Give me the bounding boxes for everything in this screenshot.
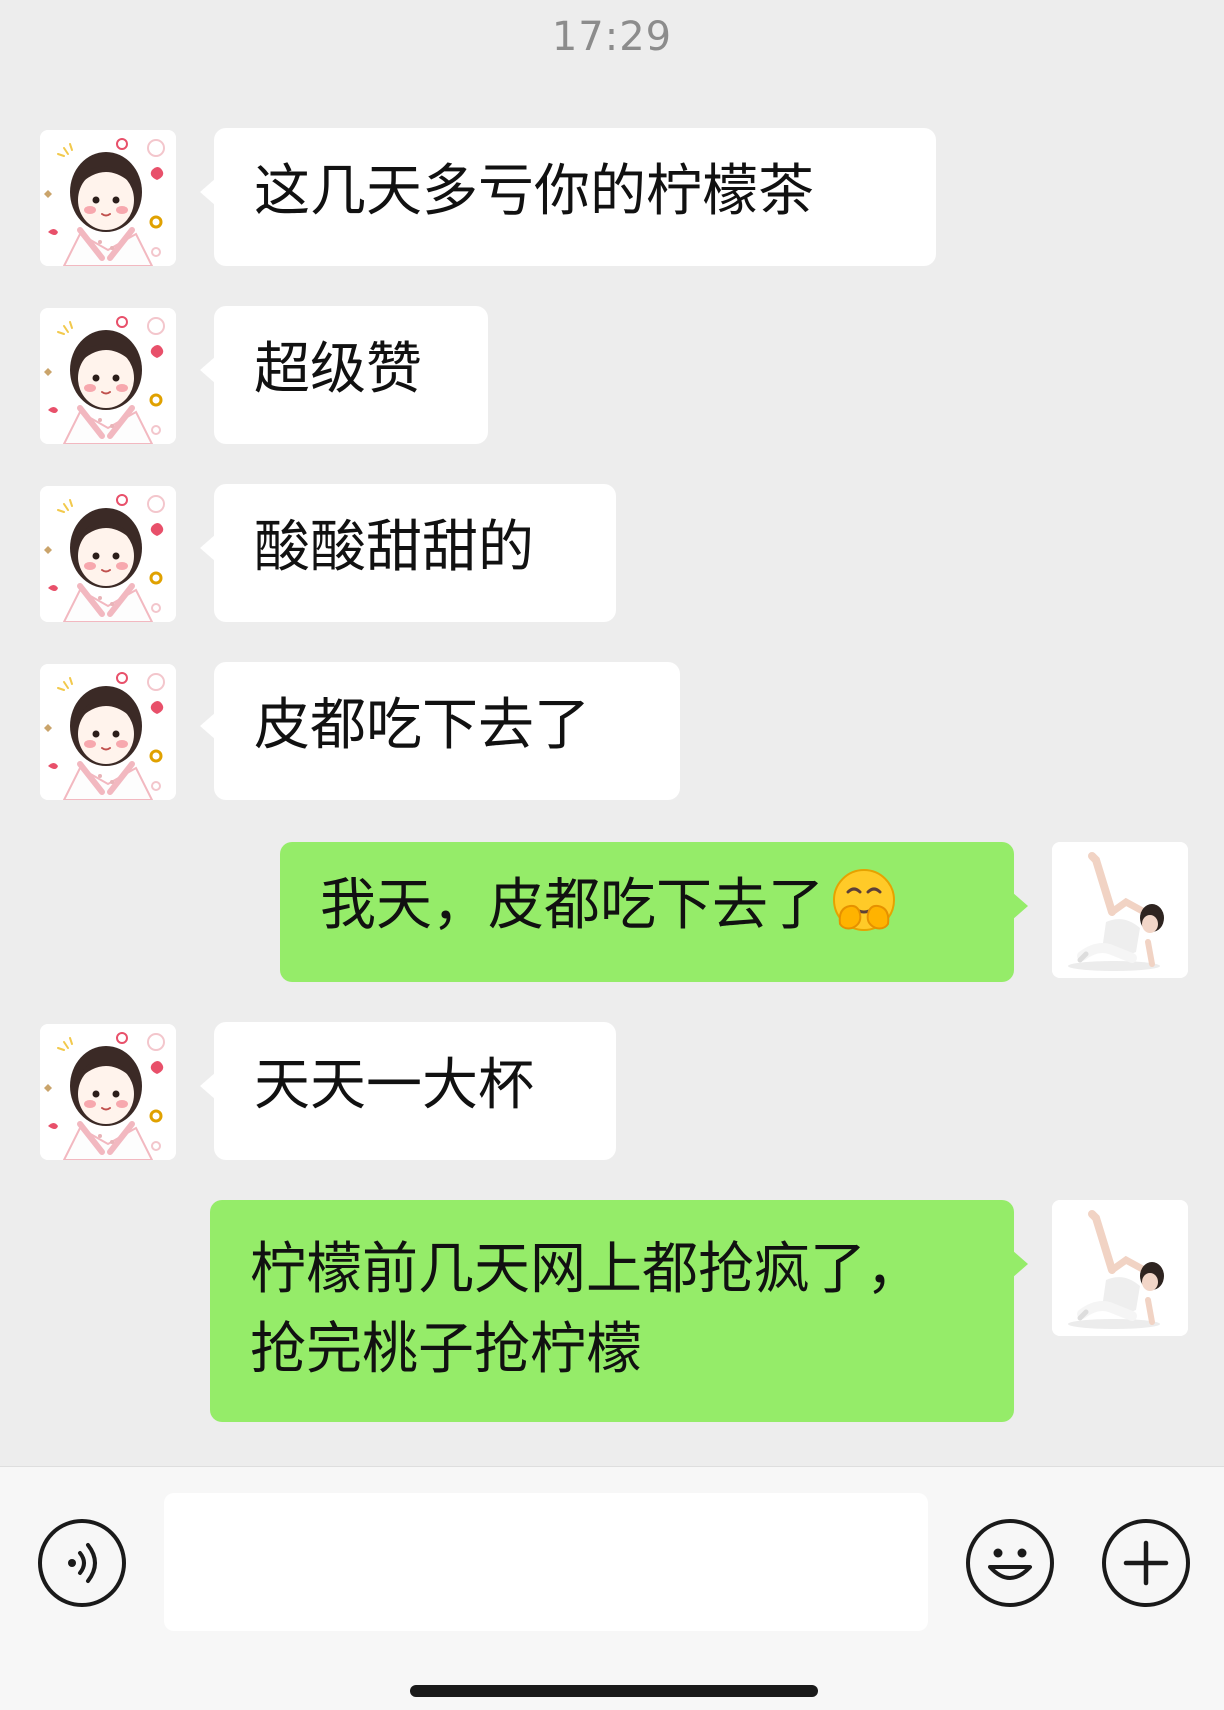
- voice-icon: [68, 1543, 97, 1583]
- cartoon-girl-avatar: [40, 486, 176, 622]
- cartoon-girl-avatar: [40, 664, 176, 800]
- message-text: 这几天多亏你的柠檬茶: [254, 159, 814, 224]
- voice-button[interactable]: [38, 1519, 126, 1607]
- message-text: 我天，皮都吃下去了: [320, 873, 824, 938]
- self-avatar[interactable]: [1052, 842, 1188, 978]
- cartoon-girl-avatar: [40, 308, 176, 444]
- hugging-face-icon: [833, 869, 895, 931]
- plus-button[interactable]: [1102, 1519, 1190, 1607]
- home-indicator[interactable]: [410, 1685, 818, 1697]
- message-text: 皮都吃下去了: [254, 693, 590, 758]
- message-row: 这几天多亏你的柠檬茶: [0, 128, 1224, 268]
- message-text: 超级赞: [254, 337, 422, 402]
- message-bubble-incoming[interactable]: 皮都吃下去了: [200, 662, 680, 800]
- message-row: 柠檬前几天网上都抢疯了， 抢完桃子抢柠檬: [0, 1200, 1224, 1424]
- chat-input-bar: [0, 1466, 1224, 1710]
- message-bubble-incoming[interactable]: 这几天多亏你的柠檬茶: [200, 128, 936, 266]
- message-text: 酸酸甜甜的: [254, 515, 534, 580]
- message-bubble-incoming[interactable]: 酸酸甜甜的: [200, 484, 616, 622]
- message-row: 酸酸甜甜的: [0, 484, 1224, 624]
- chat-timestamp: 17:29: [551, 14, 673, 60]
- self-avatar[interactable]: [1052, 1200, 1188, 1336]
- message-bubble-incoming[interactable]: 天天一大杯: [200, 1022, 616, 1160]
- cartoon-girl-avatar: [40, 130, 176, 266]
- message-text-line: 抢完桃子抢柠檬: [250, 1317, 642, 1382]
- emoji-button[interactable]: [966, 1519, 1054, 1607]
- contact-avatar[interactable]: [40, 664, 176, 800]
- dancer-photo-avatar: [1052, 842, 1188, 978]
- cartoon-girl-avatar: [40, 1024, 176, 1160]
- message-bubble-outgoing[interactable]: 我天，皮都吃下去了: [280, 842, 1028, 982]
- dancer-photo-avatar: [1052, 1200, 1188, 1336]
- message-row: 皮都吃下去了: [0, 662, 1224, 802]
- message-row: 天天一大杯: [0, 1022, 1224, 1162]
- message-bubble-incoming[interactable]: 超级赞: [200, 306, 488, 444]
- message-text-line: 柠檬前几天网上都抢疯了，: [250, 1237, 922, 1302]
- plus-icon: [1123, 1540, 1169, 1586]
- message-bubble-outgoing[interactable]: 柠檬前几天网上都抢疯了， 抢完桃子抢柠檬: [210, 1200, 1028, 1422]
- contact-avatar[interactable]: [40, 486, 176, 622]
- contact-avatar[interactable]: [40, 308, 176, 444]
- contact-avatar[interactable]: [40, 130, 176, 266]
- message-input[interactable]: [164, 1493, 928, 1631]
- message-row: 超级赞: [0, 306, 1224, 446]
- message-row: 我天，皮都吃下去了: [0, 842, 1224, 982]
- contact-avatar[interactable]: [40, 1024, 176, 1160]
- smiley-icon: [988, 1548, 1032, 1580]
- message-text: 天天一大杯: [254, 1053, 534, 1118]
